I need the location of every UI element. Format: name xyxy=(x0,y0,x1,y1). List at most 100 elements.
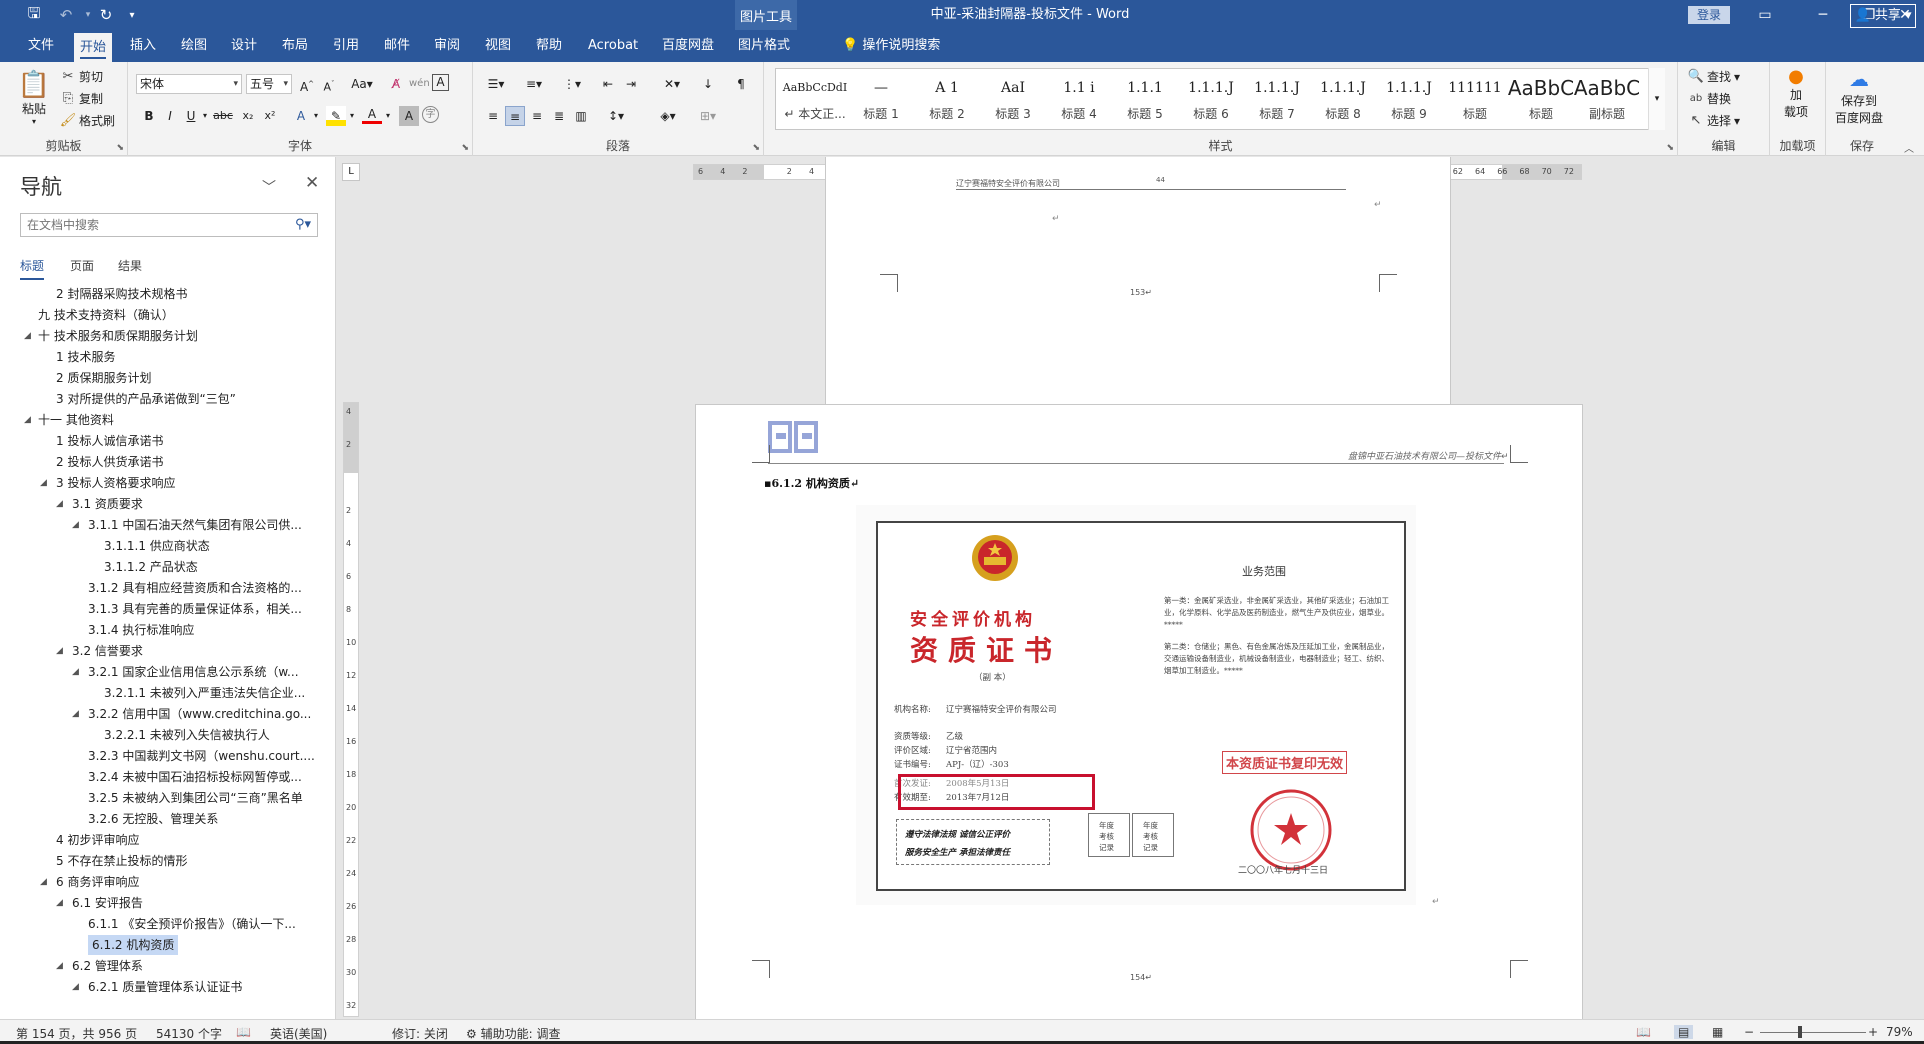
replace-button[interactable]: ab 替换 xyxy=(1688,90,1731,107)
change-case-icon[interactable]: Aa▾ xyxy=(347,74,377,94)
accessibility-status[interactable]: ⚙ 辅助功能: 调查 xyxy=(466,1025,560,1042)
show-marks-icon[interactable]: ¶ xyxy=(731,74,751,94)
numbering-icon[interactable]: ≡▾ xyxy=(521,74,547,94)
strikethrough-icon[interactable]: abc xyxy=(210,106,236,126)
nav-search-input[interactable] xyxy=(21,214,271,236)
nav-heading-item[interactable]: 3.2.6 无控股、管理关系 xyxy=(0,809,310,829)
share-button[interactable]: 👤 共享 ▾ xyxy=(1850,4,1916,28)
print-layout-icon[interactable]: ▤ xyxy=(1674,1025,1694,1039)
font-launcher-icon[interactable]: ⬊ xyxy=(461,143,469,153)
nav-heading-item[interactable]: ◢ 3.1 资质要求 xyxy=(0,494,310,514)
nav-heading-item[interactable]: ◢ 3.2.1 国家企业信用信息公示系统（w... xyxy=(0,662,310,682)
nav-heading-item[interactable]: ◢ 6.2 管理体系 xyxy=(0,956,310,976)
nav-heading-item[interactable]: ◢ 3.1.1 中国石油天然气集团有限公司供... xyxy=(0,515,310,535)
italic-icon[interactable]: I xyxy=(160,106,180,126)
tab-2[interactable]: 插入 xyxy=(124,30,162,62)
zoom-slider-thumb[interactable] xyxy=(1798,1026,1802,1038)
nav-heading-item[interactable]: 3.1.4 执行标准响应 xyxy=(0,620,310,640)
collapse-ribbon-icon[interactable]: ︿ xyxy=(1904,140,1914,155)
decrease-indent-icon[interactable]: ⇤ xyxy=(598,74,618,94)
character-shading-icon[interactable]: A xyxy=(399,106,419,126)
nav-heading-item[interactable]: 3.2.1.1 未被列入严重违法失信企业... xyxy=(0,683,310,703)
expand-toggle-icon[interactable]: ◢ xyxy=(72,704,79,724)
style-item-11[interactable]: AaBbC 标题 xyxy=(1506,71,1576,129)
expand-toggle-icon[interactable]: ◢ xyxy=(72,515,79,535)
superscript-icon[interactable]: x² xyxy=(260,106,280,126)
nav-tab-results[interactable]: 结果 xyxy=(118,257,142,274)
tab-0[interactable]: 文件 xyxy=(22,30,60,62)
tab-11[interactable]: Acrobat xyxy=(582,30,644,62)
nav-heading-item[interactable]: 3.2.3 中国裁判文书网（wenshu.court.... xyxy=(0,746,315,766)
nav-heading-item[interactable]: 1 投标人诚信承诺书 xyxy=(0,431,310,451)
phonetic-guide-icon[interactable]: wén xyxy=(409,74,430,94)
word-count[interactable]: 54130 个字 xyxy=(156,1025,222,1042)
expand-toggle-icon[interactable]: ◢ xyxy=(24,326,31,346)
line-spacing-icon[interactable]: ↕▾ xyxy=(601,106,631,126)
zoom-out-icon[interactable]: − xyxy=(1744,1025,1754,1039)
tab-4[interactable]: 设计 xyxy=(225,30,263,62)
nav-heading-item[interactable]: 4 初步评审响应 xyxy=(0,830,310,850)
subscript-icon[interactable]: x₂ xyxy=(238,106,258,126)
style-item-4[interactable]: 1.1 i 标题 4 xyxy=(1044,71,1114,129)
style-item-1[interactable]: — 标题 1 xyxy=(846,71,916,129)
track-changes-status[interactable]: 修订: 关闭 xyxy=(392,1025,448,1042)
document-canvas[interactable]: L 64224681012141618202224262830323436384… xyxy=(337,157,1924,1019)
zoom-level[interactable]: 79% xyxy=(1886,1025,1913,1039)
expand-toggle-icon[interactable]: ◢ xyxy=(24,410,31,430)
nav-heading-item[interactable]: ◢ 6.1 安评报告 xyxy=(0,893,310,913)
login-button[interactable]: 登录 xyxy=(1688,6,1730,24)
nav-heading-item[interactable]: ◢ 6 商务评审响应 xyxy=(0,872,310,892)
chevron-down-icon[interactable]: ▾ xyxy=(378,106,398,126)
enclose-characters-icon[interactable]: 字 xyxy=(422,106,439,123)
paste-button[interactable]: 📋 粘贴 ▾ xyxy=(18,70,50,126)
nav-heading-item[interactable]: 3.1.3 具有完善的质量保证体系，相关... xyxy=(0,599,310,619)
zoom-slider[interactable] xyxy=(1760,1032,1866,1033)
tab-7[interactable]: 邮件 xyxy=(378,30,416,62)
vertical-scrollbar[interactable] xyxy=(1909,157,1924,1019)
nav-heading-item[interactable]: 6.1.2 机构资质 xyxy=(0,935,310,955)
style-item-9[interactable]: 1.1.1.J 标题 9 xyxy=(1374,71,1444,129)
cut-button[interactable]: ✂ 剪切 xyxy=(60,68,103,85)
nav-heading-item[interactable]: ◢ 3.2.2 信用中国（www.creditchina.go... xyxy=(0,704,311,724)
clipboard-launcher-icon[interactable]: ⬊ xyxy=(116,143,124,153)
ribbon-display-options-icon[interactable]: ▭ xyxy=(1742,0,1788,30)
tab-5[interactable]: 布局 xyxy=(276,30,314,62)
increase-indent-icon[interactable]: ⇥ xyxy=(621,74,641,94)
tab-1[interactable]: 开始 xyxy=(74,33,113,62)
multilevel-list-icon[interactable]: ⋮▾ xyxy=(559,74,585,94)
proofing-icon[interactable]: 📖 xyxy=(236,1025,251,1039)
save-to-baidu-button[interactable]: ☁ 保存到 百度网盘 xyxy=(1835,67,1883,126)
nav-heading-item[interactable]: 1 技术服务 xyxy=(0,347,310,367)
nav-tab-pages[interactable]: 页面 xyxy=(70,257,94,274)
expand-toggle-icon[interactable]: ◢ xyxy=(56,641,63,661)
nav-heading-item[interactable]: 九 技术支持资料（确认） xyxy=(0,305,310,325)
nav-heading-item[interactable]: 3.2.5 未被纳入到集团公司“三商”黑名单 xyxy=(0,788,310,808)
web-layout-icon[interactable]: ▦ xyxy=(1712,1025,1723,1039)
asian-layout-icon[interactable]: ✕▾ xyxy=(657,74,687,94)
read-mode-icon[interactable]: 📖 xyxy=(1636,1025,1651,1039)
chevron-down-icon[interactable]: ▾ xyxy=(306,106,326,126)
style-item-8[interactable]: 1.1.1.J 标题 8 xyxy=(1308,71,1378,129)
sort-icon[interactable]: ↓ xyxy=(698,74,718,94)
search-icon[interactable]: ⚲▾ xyxy=(295,217,311,232)
nav-heading-item[interactable]: 3 对所提供的产品承诺做到“三包” xyxy=(0,389,310,409)
nav-heading-item[interactable]: 3.2.2.1 未被列入失信被执行人 xyxy=(0,725,310,745)
nav-heading-item[interactable]: ◢ 十 技术服务和质保期服务计划 xyxy=(0,326,310,346)
style-item-5[interactable]: 1.1.1 标题 5 xyxy=(1110,71,1180,129)
expand-toggle-icon[interactable]: ◢ xyxy=(72,662,79,682)
language[interactable]: 英语(美国) xyxy=(270,1025,327,1042)
find-button[interactable]: 🔍 查找 ▾ xyxy=(1688,68,1740,85)
tab-14[interactable]: 💡 操作说明搜索 xyxy=(836,30,946,62)
tab-6[interactable]: 引用 xyxy=(327,30,365,62)
nav-heading-item[interactable]: ◢ 6.2.1 质量管理体系认证证书 xyxy=(0,977,310,997)
tab-selector[interactable]: L xyxy=(342,163,360,181)
style-item-12[interactable]: AaBbC 副标题 xyxy=(1572,71,1642,129)
align-center-icon[interactable]: ≡ xyxy=(505,106,525,126)
expand-toggle-icon[interactable]: ◢ xyxy=(56,893,63,913)
style-item-2[interactable]: A 1 标题 2 xyxy=(912,71,982,129)
distributed-icon[interactable]: ▥ xyxy=(571,106,591,126)
close-icon[interactable]: ✕ xyxy=(305,173,319,193)
tab-8[interactable]: 审阅 xyxy=(428,30,466,62)
shrink-font-icon[interactable]: Aˇ xyxy=(319,74,339,94)
style-item-7[interactable]: 1.1.1.J 标题 7 xyxy=(1242,71,1312,129)
